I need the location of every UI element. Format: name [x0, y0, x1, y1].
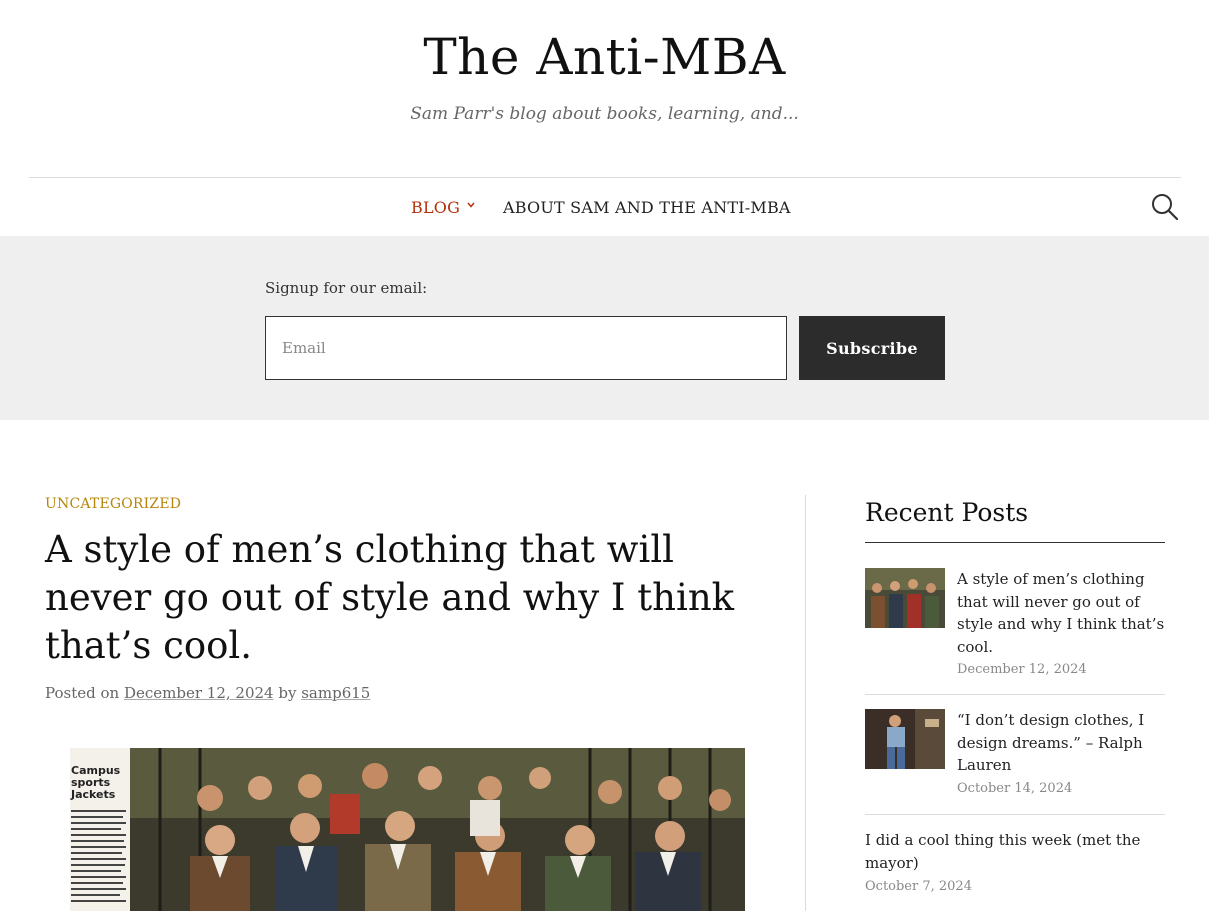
site-tagline: Sam Parr's blog about books, learning, a… — [410, 104, 799, 124]
post-author-link[interactable]: samp615 — [301, 684, 370, 702]
recent-posts-title: Recent Posts — [865, 498, 1029, 527]
recent-post-thumbnail[interactable] — [865, 709, 945, 769]
featured-image-art: Campus sports Jackets — [70, 748, 745, 911]
search-icon[interactable] — [1150, 192, 1180, 222]
site-title[interactable]: The Anti-MBA — [0, 28, 1209, 86]
post-meta: Posted on December 12, 2024 by samp615 — [45, 684, 370, 702]
nav-item-blog[interactable]: BLOG — [411, 198, 460, 217]
recent-post-thumbnail[interactable] — [865, 568, 945, 628]
recent-post-separator — [865, 694, 1165, 695]
recent-post-separator — [865, 814, 1165, 815]
by-label: by — [278, 684, 297, 702]
subscribe-button[interactable]: Subscribe — [799, 316, 945, 380]
recent-post-date: October 14, 2024 — [957, 781, 1073, 796]
email-signup: Signup for our email: Subscribe — [0, 236, 1209, 420]
posted-on-label: Posted on — [45, 684, 120, 702]
email-field[interactable] — [265, 316, 787, 380]
site-header: The Anti-MBA Sam Parr's blog about books… — [0, 0, 1209, 178]
main-nav: BLOG ABOUT SAM AND THE ANTI-MBA — [0, 178, 1209, 236]
featured-image: Campus sports Jackets — [70, 748, 745, 911]
post-category[interactable]: UNCATEGORIZED — [45, 496, 181, 512]
recent-post-title-link[interactable]: I did a cool thing this week (met the ma… — [865, 829, 1165, 874]
post-date-link[interactable]: December 12, 2024 — [124, 684, 274, 702]
recent-post-date: December 12, 2024 — [957, 662, 1087, 677]
nav-item-about[interactable]: ABOUT SAM AND THE ANTI-MBA — [503, 198, 791, 217]
widget-title-rule — [865, 542, 1165, 543]
recent-post-title-link[interactable]: “I don’t design clothes, I design dreams… — [957, 709, 1165, 777]
recent-post-title-link[interactable]: A style of men’s clothing that will neve… — [957, 568, 1165, 658]
signup-label: Signup for our email: — [265, 279, 428, 297]
image-heading-text-3: Jackets — [70, 788, 116, 801]
chevron-down-icon[interactable] — [466, 200, 476, 210]
content-divider — [805, 495, 806, 911]
recent-post-date: October 7, 2024 — [865, 879, 972, 894]
post-title: A style of men’s clothing that will neve… — [45, 528, 735, 667]
